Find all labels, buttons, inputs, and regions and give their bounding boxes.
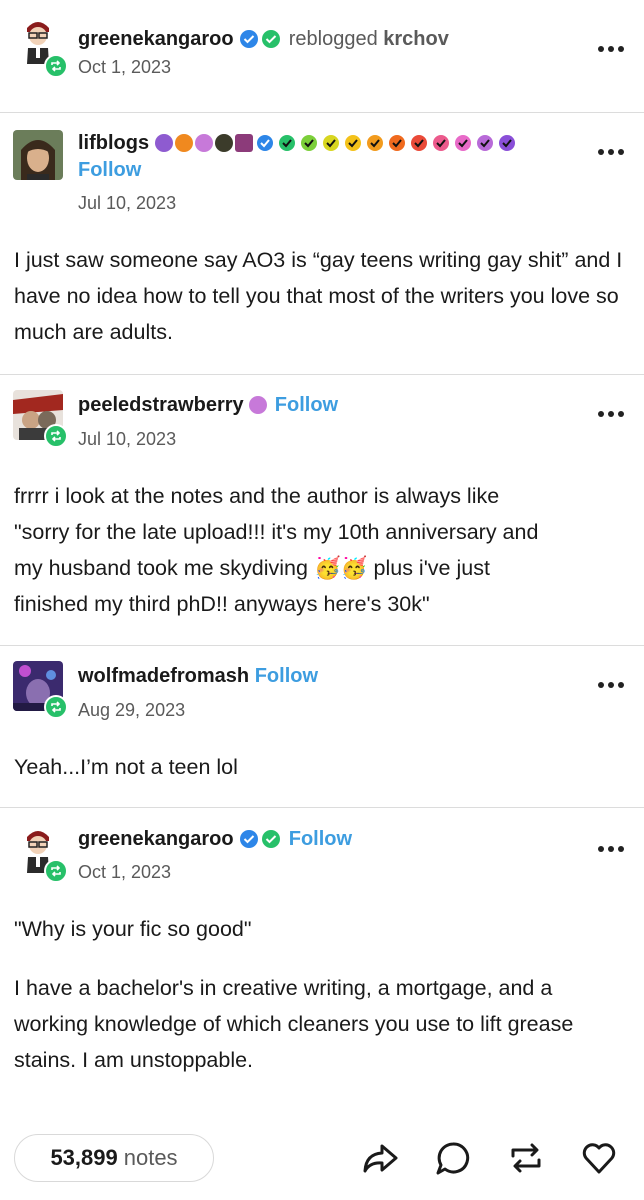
badge-icon <box>249 396 268 414</box>
post-text-line: finished my third phD!! anyways here's 3… <box>14 592 430 616</box>
post-date[interactable]: Jul 10, 2023 <box>78 193 176 214</box>
notes-count: 53,899 <box>50 1145 118 1170</box>
username[interactable]: wolfmadefromash <box>78 665 249 687</box>
username-row: peeledstrawberry Follow <box>78 394 338 417</box>
post-peeledstrawberry: peeledstrawberry Follow Jul 10, 2023 frr… <box>0 374 644 644</box>
more-icon[interactable] <box>596 678 626 692</box>
reblog-badge-icon <box>44 54 68 78</box>
username[interactable]: peeledstrawberry <box>78 394 244 416</box>
verified-blue-icon <box>256 135 273 151</box>
verified-orange-icon <box>366 135 383 151</box>
badge-icon <box>154 134 173 152</box>
post-text-segment: plus i've just <box>373 556 490 580</box>
avatar-lifblogs[interactable] <box>13 130 63 180</box>
reblogger-username[interactable]: greenekangaroo <box>78 28 234 50</box>
more-icon[interactable] <box>596 407 626 421</box>
post-text-segment: my husband took me skydiving <box>14 556 308 580</box>
reblogger-row: greenekangaroo reblogged krchov <box>78 28 449 51</box>
notes-button[interactable]: 53,899 notes <box>14 1134 214 1182</box>
party-emoji-icon: 🥳🥳 <box>313 556 368 580</box>
verified-green-icon <box>262 30 281 48</box>
verified-pink-icon <box>432 135 449 151</box>
verified-purple-icon <box>498 135 515 151</box>
badge-icon <box>214 134 233 152</box>
reblog-badge-icon <box>44 695 68 719</box>
follow-button[interactable]: Follow <box>289 828 352 850</box>
follow-button[interactable]: Follow <box>275 394 338 416</box>
badge-icon <box>174 134 193 152</box>
username[interactable]: greenekangaroo <box>78 828 234 850</box>
verified-red-icon <box>410 135 427 151</box>
post-text: frrrr i look at the notes and the author… <box>14 478 630 622</box>
reblog-action: reblogged <box>288 28 378 50</box>
verified-pink-icon <box>454 135 471 151</box>
reblog-header: greenekangaroo reblogged krchov Oct 1, 2… <box>0 0 644 90</box>
post-text-line: "sorry for the late upload!!! it's my 10… <box>14 520 539 544</box>
username[interactable]: lifblogs <box>78 132 149 154</box>
post-greenekangaroo: greenekangaroo Follow Oct 1, 2023 "Why i… <box>0 807 644 1107</box>
verified-purple-icon <box>476 135 493 151</box>
username-row: wolfmadefromash Follow <box>78 665 318 688</box>
post-text: Yeah...I’m not a teen lol <box>14 755 238 779</box>
verified-orange-icon <box>388 135 405 151</box>
verified-green-icon <box>278 135 295 151</box>
reply-icon[interactable] <box>433 1138 473 1178</box>
more-icon[interactable] <box>596 145 626 159</box>
reblog-source[interactable]: krchov <box>383 28 449 50</box>
username-row: lifblogs <box>78 132 519 155</box>
badge-icon <box>234 134 253 152</box>
post-text-line: my husband took me skydiving 🥳🥳 plus i'v… <box>14 550 630 586</box>
reblog-badge-icon <box>44 859 68 883</box>
post-text-paragraph: "Why is your fic so good" <box>14 917 252 941</box>
follow-button[interactable]: Follow <box>78 159 141 182</box>
post-text-line: frrrr i look at the notes and the author… <box>14 484 500 508</box>
post-wolfmadefromash: wolfmadefromash Follow Aug 29, 2023 Yeah… <box>0 645 644 807</box>
post-text-paragraph: I have a bachelor's in creative writing,… <box>14 976 574 1072</box>
post-date[interactable]: Jul 10, 2023 <box>78 429 176 450</box>
share-icon[interactable] <box>360 1138 400 1178</box>
post-text: I just saw someone say AO3 is “gay teens… <box>14 248 623 344</box>
post-date[interactable]: Aug 29, 2023 <box>78 700 185 721</box>
more-icon[interactable] <box>596 842 626 856</box>
verified-yellow-icon <box>344 135 361 151</box>
like-icon[interactable] <box>579 1138 619 1178</box>
reblog-icon[interactable] <box>506 1138 546 1178</box>
post-date[interactable]: Oct 1, 2023 <box>78 862 171 883</box>
reblog-badge-icon <box>44 424 68 448</box>
post-lifblogs: lifblogs Follow Jul 10, 2023 I just saw … <box>0 112 644 374</box>
verified-green-icon <box>262 830 281 848</box>
verified-blue-icon <box>240 30 259 48</box>
verified-yellow-icon <box>322 135 339 151</box>
username-row: greenekangaroo Follow <box>78 828 352 851</box>
more-icon[interactable] <box>596 42 626 56</box>
follow-button[interactable]: Follow <box>255 665 318 687</box>
verified-green-icon <box>300 135 317 151</box>
verified-blue-icon <box>240 830 259 848</box>
reblog-date[interactable]: Oct 1, 2023 <box>78 57 171 78</box>
badge-icon <box>194 134 213 152</box>
avatar-image <box>13 130 63 180</box>
notes-label: notes <box>123 1145 178 1170</box>
